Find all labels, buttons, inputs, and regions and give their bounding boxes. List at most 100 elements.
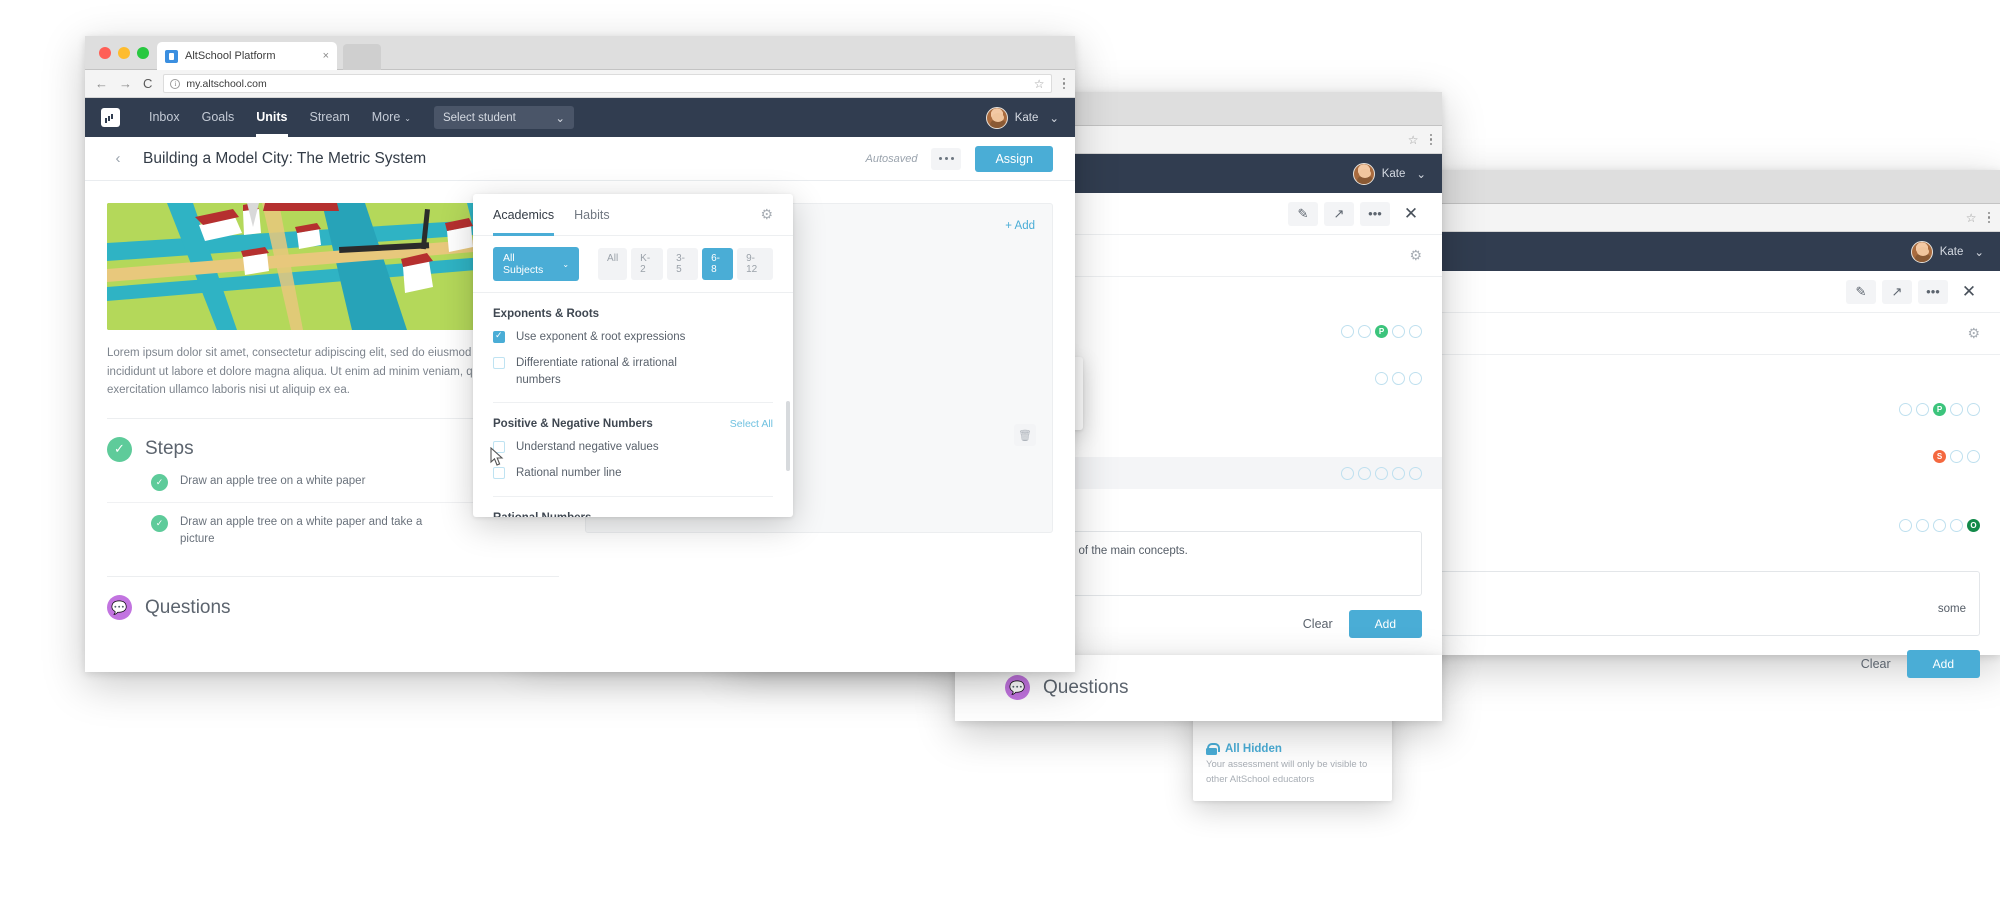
grade-pill-6-8[interactable]: 6-8	[702, 248, 734, 280]
score-dot[interactable]	[1375, 466, 1388, 480]
user-menu[interactable]: Kate ⌄	[985, 106, 1059, 129]
grade-filter-group[interactable]: All K-2 3-5 6-8 9-12	[598, 248, 774, 280]
score-dot[interactable]	[1899, 402, 1912, 416]
add-objective-button[interactable]: + Add	[1005, 220, 1035, 232]
app-nav[interactable]: Inbox Goals Units Stream More ⌄ Select st…	[85, 98, 1075, 137]
gear-icon[interactable]: ⚙	[1409, 247, 1422, 264]
score-dot[interactable]	[1409, 371, 1422, 385]
score-dots[interactable]	[1375, 371, 1422, 385]
checkbox[interactable]	[493, 357, 505, 370]
score-dot[interactable]	[1341, 466, 1354, 480]
objective-item[interactable]: Differentiate rational & irrational numb…	[473, 350, 793, 393]
edit-icon[interactable]: ✎	[1288, 201, 1318, 226]
forward-icon[interactable]: →	[119, 77, 132, 90]
minimize-window-button[interactable]	[118, 47, 130, 59]
reload-icon[interactable]: C	[143, 77, 152, 90]
popover-scrollbar[interactable]	[786, 401, 790, 471]
objective-item[interactable]: Rational number line	[473, 460, 793, 486]
score-dot[interactable]	[1392, 324, 1405, 338]
back-button[interactable]: ‹	[107, 148, 129, 170]
score-dot[interactable]	[1916, 519, 1929, 532]
url-input[interactable]: i my.altschool.com ☆	[163, 74, 1052, 93]
bookmark-star-icon[interactable]: ☆	[1408, 133, 1419, 147]
score-dot[interactable]	[1967, 449, 1980, 463]
score-dot[interactable]	[1375, 371, 1388, 385]
site-info-icon[interactable]: i	[170, 78, 181, 89]
score-dots[interactable]: S	[1933, 449, 1980, 463]
assign-button[interactable]: Assign	[975, 145, 1053, 172]
tab-academics[interactable]: Academics	[493, 194, 555, 236]
subject-filter-dropdown[interactable]: All Subjects ⌄	[493, 247, 580, 281]
close-icon[interactable]: ✕	[1954, 280, 1984, 304]
score-dot[interactable]	[1899, 519, 1912, 532]
score-dot[interactable]	[1358, 324, 1371, 338]
checkbox[interactable]	[493, 440, 505, 453]
tab-habits[interactable]: Habits	[574, 194, 609, 236]
popover-filters[interactable]: All Subjects ⌄ All K-2 3-5 6-8 9-12	[473, 236, 793, 293]
nav-item-units[interactable]: Units	[245, 98, 298, 137]
popover-tabs[interactable]: Academics Habits ⚙	[473, 194, 793, 236]
window-traffic-lights[interactable]	[99, 47, 149, 59]
nav-item-inbox[interactable]: Inbox	[138, 98, 191, 137]
gear-icon[interactable]: ⚙	[760, 206, 773, 223]
grade-pill-9-12[interactable]: 9-12	[737, 248, 774, 280]
more-options-button[interactable]	[931, 147, 962, 170]
score-dot[interactable]	[1916, 402, 1929, 416]
chrome-menu-icon[interactable]	[1429, 133, 1432, 146]
nav-item-stream[interactable]: Stream	[299, 98, 361, 137]
more-icon[interactable]: •••	[1360, 201, 1390, 226]
score-dot-filled[interactable]: O	[1967, 519, 1980, 532]
maximize-window-button[interactable]	[137, 47, 149, 59]
score-dot[interactable]	[1933, 519, 1946, 532]
score-dot[interactable]	[1967, 402, 1980, 416]
score-dot[interactable]	[1950, 402, 1963, 416]
score-dot[interactable]	[1358, 466, 1371, 480]
more-icon[interactable]: •••	[1918, 279, 1948, 304]
score-dots[interactable]: P	[1899, 402, 1980, 416]
score-dot[interactable]	[1392, 371, 1405, 385]
score-dot[interactable]	[1341, 324, 1354, 338]
student-select[interactable]: Select student ⌄	[433, 106, 574, 129]
select-all-link[interactable]: Select All	[730, 418, 773, 430]
objectives-popover[interactable]: Academics Habits ⚙ All Subjects ⌄ All K-…	[473, 194, 793, 517]
trash-icon[interactable]: 🗑	[1014, 424, 1036, 446]
browser-tab[interactable]: AltSchool Platform ×	[157, 42, 337, 70]
clear-button-3[interactable]: Clear	[1861, 657, 1891, 671]
score-dots[interactable]: P	[1341, 324, 1422, 338]
window1-address-bar[interactable]: ← → C i my.altschool.com ☆	[85, 70, 1075, 98]
close-icon[interactable]: ✕	[1396, 202, 1426, 226]
add-button-3[interactable]: Add	[1906, 650, 1980, 678]
grade-pill-3-5[interactable]: 3-5	[667, 248, 699, 280]
gear-icon[interactable]: ⚙	[1967, 325, 1980, 342]
checkbox[interactable]	[493, 467, 505, 480]
score-dot-filled[interactable]: S	[1933, 449, 1946, 463]
grade-pill-k2[interactable]: K-2	[631, 248, 664, 280]
clear-button-2[interactable]: Clear	[1303, 617, 1333, 631]
share-icon[interactable]: ↗	[1882, 279, 1912, 304]
grade-pill-all[interactable]: All	[598, 248, 628, 280]
user-menu-3[interactable]: Kate ⌄	[1910, 240, 1984, 263]
score-dot[interactable]	[1392, 466, 1405, 480]
share-icon[interactable]: ↗	[1324, 201, 1354, 226]
bookmark-star-icon[interactable]: ☆	[1966, 211, 1977, 225]
score-dots[interactable]	[1341, 466, 1422, 480]
new-tab-ghost[interactable]	[343, 44, 381, 70]
score-dot[interactable]	[1950, 519, 1963, 532]
visibility-option-all-hidden[interactable]: All Hidden Your assessment will only be …	[1193, 734, 1392, 797]
tab-close-icon[interactable]: ×	[323, 50, 329, 62]
objectives-list[interactable]: Exponents & Roots Use exponent & root ex…	[473, 293, 793, 517]
checkbox-checked[interactable]	[493, 330, 505, 343]
close-window-button[interactable]	[99, 47, 111, 59]
edit-icon[interactable]: ✎	[1846, 279, 1876, 304]
altschool-logo[interactable]	[101, 108, 120, 127]
bookmark-star-icon[interactable]: ☆	[1034, 77, 1045, 91]
browser-window-1[interactable]: AltSchool Platform × ← → C i my.altschoo…	[85, 36, 1075, 672]
chrome-menu-icon[interactable]	[1987, 211, 1990, 224]
chrome-menu-icon[interactable]	[1062, 77, 1065, 90]
objective-item[interactable]: Understand negative values	[473, 434, 793, 460]
score-dot-filled[interactable]: P	[1933, 402, 1946, 416]
score-dot[interactable]	[1950, 449, 1963, 463]
score-dot-filled[interactable]: P	[1375, 324, 1388, 338]
user-menu-2[interactable]: Kate ⌄	[1352, 162, 1426, 185]
objective-item[interactable]: Use exponent & root expressions	[473, 324, 793, 350]
